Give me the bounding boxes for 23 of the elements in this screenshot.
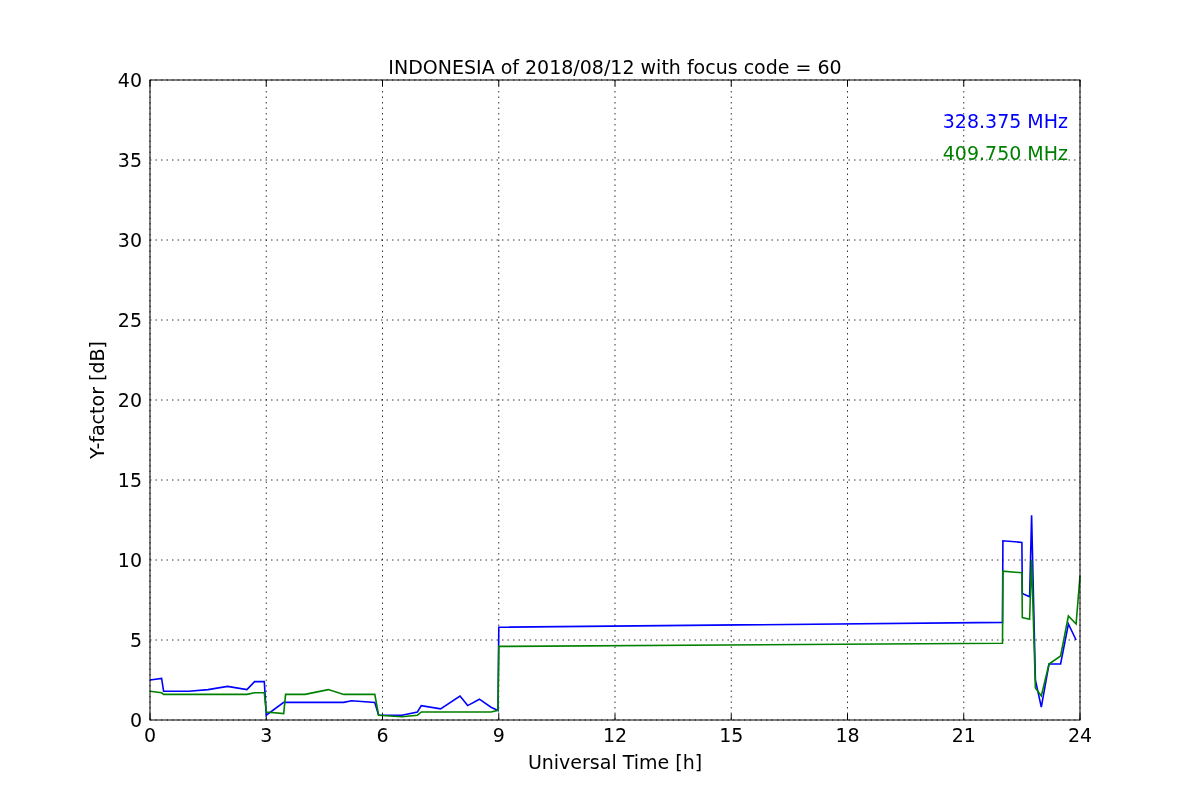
y-tick-label: 30 — [117, 229, 142, 251]
y-tick-label: 5 — [129, 629, 142, 651]
x-tick-label: 3 — [260, 724, 273, 746]
x-tick-label: 18 — [835, 724, 860, 746]
y-tick-label: 15 — [117, 469, 142, 491]
y-tick-label: 40 — [117, 69, 142, 91]
x-tick-label: 6 — [376, 724, 389, 746]
y-tick-label: 20 — [117, 389, 142, 411]
legend-label: 409.750 MHz — [942, 142, 1068, 164]
y-tick-label: 25 — [117, 309, 142, 331]
x-tick-label: 0 — [143, 724, 157, 746]
chart-title: INDONESIA of 2018/08/12 with focus code = 60 — [388, 56, 842, 78]
x-tick-label: 15 — [719, 724, 744, 746]
y-axis-label: Y-factor [dB] — [86, 341, 108, 459]
legend-label: 328.375 MHz — [942, 110, 1068, 132]
y-tick-label: 35 — [117, 149, 142, 171]
x-tick-label: 21 — [951, 724, 976, 746]
y-tick-label: 0 — [129, 709, 142, 731]
y-tick-label: 10 — [117, 549, 142, 571]
x-tick-label: 12 — [602, 724, 628, 746]
x-tick-label: 9 — [492, 724, 505, 746]
x-tick-label: 24 — [1067, 724, 1093, 746]
x-axis-label: Universal Time [h] — [527, 751, 703, 773]
